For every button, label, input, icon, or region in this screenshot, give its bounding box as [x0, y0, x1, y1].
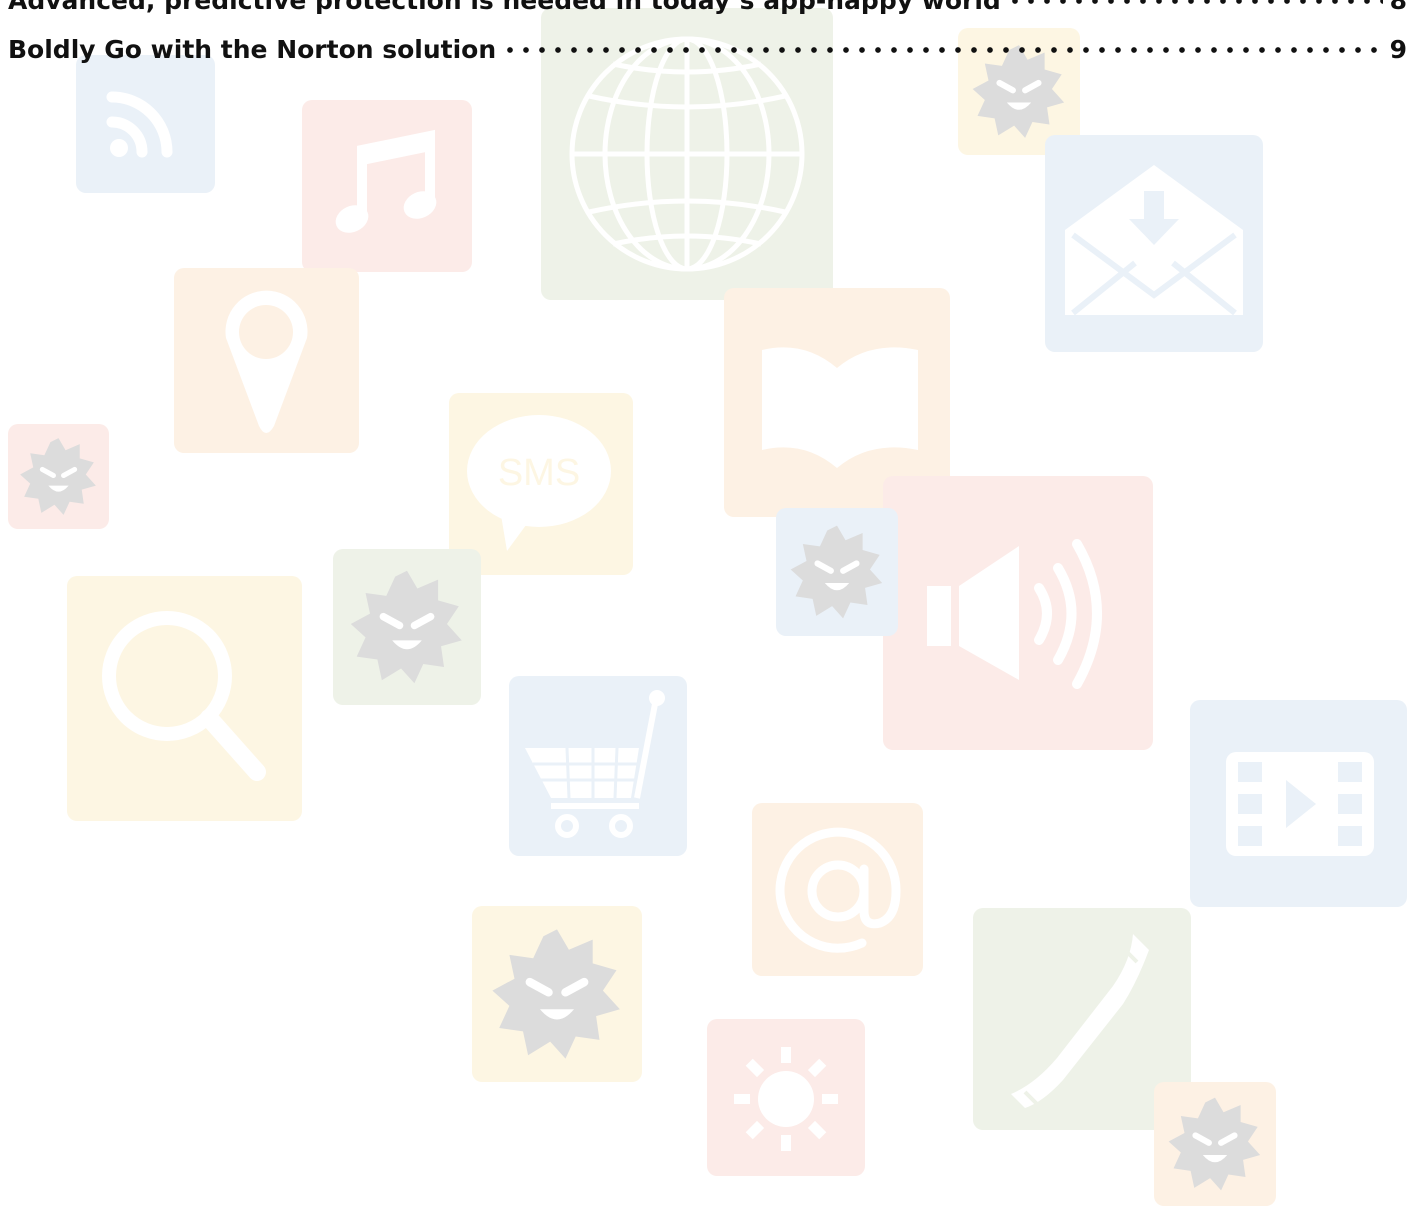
- rss-icon: [76, 55, 215, 193]
- malware-icon: [8, 424, 109, 529]
- malware-icon: [472, 906, 642, 1082]
- toc-page-number: 8: [1389, 0, 1407, 15]
- sms-icon: SMS: [449, 393, 633, 575]
- toc-entry-title: Advanced, predictive protection is neede…: [8, 0, 1001, 15]
- sun-icon: [707, 1019, 865, 1176]
- video-icon: [1190, 700, 1407, 907]
- toc-entry-title: Boldly Go with the Norton solution: [8, 35, 497, 64]
- toc-entry-norton-solution[interactable]: Boldly Go with the Norton solution 9: [8, 37, 1407, 62]
- search-icon: [67, 576, 302, 821]
- map-pin-icon: [174, 268, 359, 453]
- toc-page-number: 9: [1389, 35, 1407, 64]
- malware-icon: [1154, 1082, 1276, 1206]
- at-sign-icon: [752, 803, 923, 976]
- toc-dot-leader: [1006, 0, 1383, 6]
- malware-icon: [776, 508, 898, 636]
- toc-entry-advanced-protection[interactable]: Advanced, predictive protection is neede…: [8, 0, 1407, 13]
- malware-icon: [333, 549, 481, 705]
- mail-download-icon: [1045, 135, 1263, 352]
- shopping-cart-icon: [509, 676, 687, 856]
- music-note-icon: [302, 100, 472, 272]
- sms-label: SMS: [498, 452, 580, 494]
- toc-dot-leader: [502, 44, 1383, 55]
- speaker-icon: [883, 476, 1153, 750]
